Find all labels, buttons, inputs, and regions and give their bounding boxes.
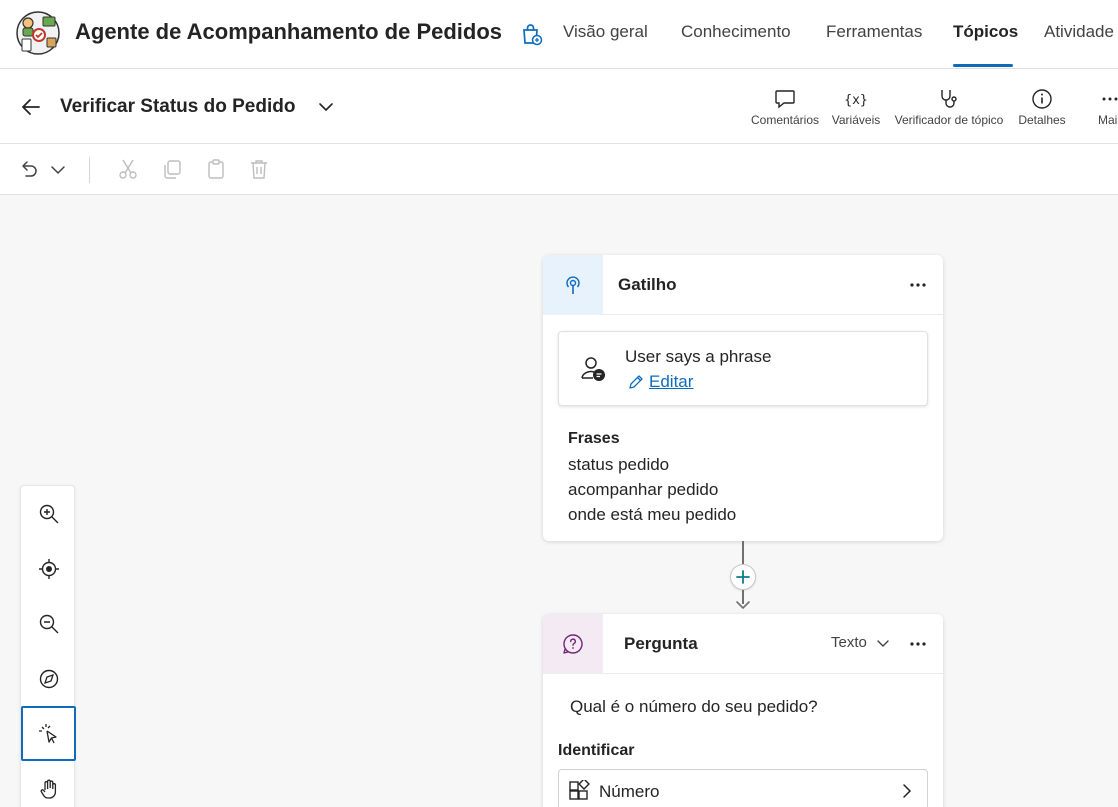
tab-visao-geral[interactable]: Visão geral — [563, 22, 648, 42]
comments-label: Comentários — [750, 113, 820, 127]
question-message[interactable]: Qual é o número do seu pedido? — [570, 697, 818, 717]
copy-icon[interactable] — [160, 157, 184, 181]
authoring-canvas[interactable]: Gatilho User says a phrase Editar Frases… — [0, 195, 1118, 807]
cut-icon[interactable] — [116, 157, 140, 181]
trigger-card-title: Gatilho — [618, 275, 677, 294]
tab-ferramentas[interactable]: Ferramentas — [826, 22, 922, 42]
top-header: Agente de Acompanhamento de Pedidos Visã… — [0, 0, 1118, 69]
trigger-icon — [566, 276, 580, 294]
stethoscope-icon — [941, 90, 957, 108]
zoom-out-icon — [39, 614, 58, 633]
chevron-down-icon — [877, 639, 889, 647]
back-arrow-icon[interactable] — [18, 94, 44, 120]
chevron-down-icon[interactable] — [46, 157, 70, 181]
svg-text:{x}: {x} — [844, 93, 867, 108]
zoom-in-button[interactable] — [21, 486, 76, 541]
details-label: Detalhes — [1018, 113, 1066, 127]
arrow-down-icon — [736, 601, 750, 610]
comments-button[interactable]: Comentários — [749, 87, 821, 127]
more-icon — [1102, 97, 1118, 101]
trigger-icon-area — [543, 255, 603, 315]
edit-toolbar — [0, 144, 1118, 195]
topic-title[interactable]: Verificar Status do Pedido — [60, 96, 295, 118]
plus-icon — [736, 570, 750, 584]
zoom-in-icon — [39, 504, 58, 523]
question-icon — [563, 634, 583, 654]
minimap-icon — [39, 669, 58, 688]
topic-checker-button[interactable]: Verificador de tópico — [890, 87, 1008, 127]
recenter-icon — [38, 558, 59, 579]
identify-entity-value: Número — [599, 782, 660, 801]
hand-tool-icon — [40, 779, 56, 799]
canvas-controls — [20, 485, 76, 807]
more-options-icon[interactable] — [905, 272, 931, 298]
phrase-item: acompanhar pedido — [568, 480, 719, 499]
undo-icon[interactable] — [17, 157, 41, 181]
user-message-icon — [581, 357, 605, 381]
response-type-select[interactable]: Texto — [831, 634, 891, 651]
delete-icon[interactable] — [247, 157, 271, 181]
zoom-out-button[interactable] — [21, 596, 76, 651]
phrase-item: status pedido — [568, 455, 670, 474]
active-tab-indicator — [953, 64, 1013, 67]
identify-label: Identificar — [558, 742, 635, 759]
edit-link-label: Editar — [649, 372, 694, 391]
tab-topicos[interactable]: Tópicos — [953, 22, 1018, 42]
question-card-title: Pergunta — [624, 634, 698, 653]
chevron-down-icon[interactable] — [316, 97, 336, 117]
toolbar-divider — [89, 157, 90, 183]
hand-tool-button[interactable] — [21, 761, 76, 807]
minimap-button[interactable] — [21, 651, 76, 706]
question-node-card[interactable]: Pergunta Texto Qual é o número do seu pe… — [543, 614, 943, 807]
comment-icon — [775, 90, 795, 109]
pencil-icon — [629, 375, 643, 389]
identify-entity-picker[interactable]: Número — [558, 769, 928, 807]
response-type-value: Texto — [831, 634, 867, 651]
more-options-icon[interactable] — [905, 631, 931, 657]
details-button[interactable]: Detalhes — [1015, 87, 1069, 127]
app-title: Agente de Acompanhamento de Pedidos — [75, 19, 503, 44]
select-tool-icon — [38, 723, 57, 743]
variables-button[interactable]: {x} Variáveis — [829, 87, 883, 127]
variables-icon: {x} — [844, 93, 867, 108]
select-tool-button[interactable] — [21, 706, 76, 761]
topic-header: Verificar Status do Pedido Comentários {… — [0, 69, 1118, 144]
shopping-bag-icon[interactable] — [519, 22, 543, 46]
recenter-button[interactable] — [21, 541, 76, 596]
trigger-node-card[interactable]: Gatilho User says a phrase Editar Frases… — [543, 255, 943, 541]
trigger-type-name: User says a phrase — [625, 347, 772, 366]
phrases-title: Frases — [568, 430, 620, 447]
trigger-card-header: Gatilho — [543, 255, 943, 315]
tab-atividade[interactable]: Atividade — [1044, 22, 1114, 42]
entity-icon — [569, 780, 590, 800]
more-label: Mais — [1098, 113, 1118, 127]
more-button[interactable]: Mais — [1094, 87, 1118, 127]
question-icon-area — [543, 614, 603, 674]
question-card-header: Pergunta Texto — [543, 614, 943, 674]
connector-line — [742, 541, 744, 564]
phrase-item: onde está meu pedido — [568, 505, 737, 524]
variables-label: Variáveis — [831, 113, 881, 127]
paste-icon[interactable] — [204, 157, 228, 181]
tab-conhecimento[interactable]: Conhecimento — [681, 22, 791, 42]
delivery-agent-logo — [16, 11, 60, 55]
topic-checker-label: Verificador de tópico — [894, 113, 1004, 127]
add-node-button[interactable] — [730, 564, 756, 590]
info-icon — [1032, 89, 1052, 109]
chevron-right-icon — [903, 784, 912, 798]
edit-link[interactable]: Editar — [627, 372, 693, 392]
trigger-type-box: User says a phrase Editar — [558, 331, 928, 406]
